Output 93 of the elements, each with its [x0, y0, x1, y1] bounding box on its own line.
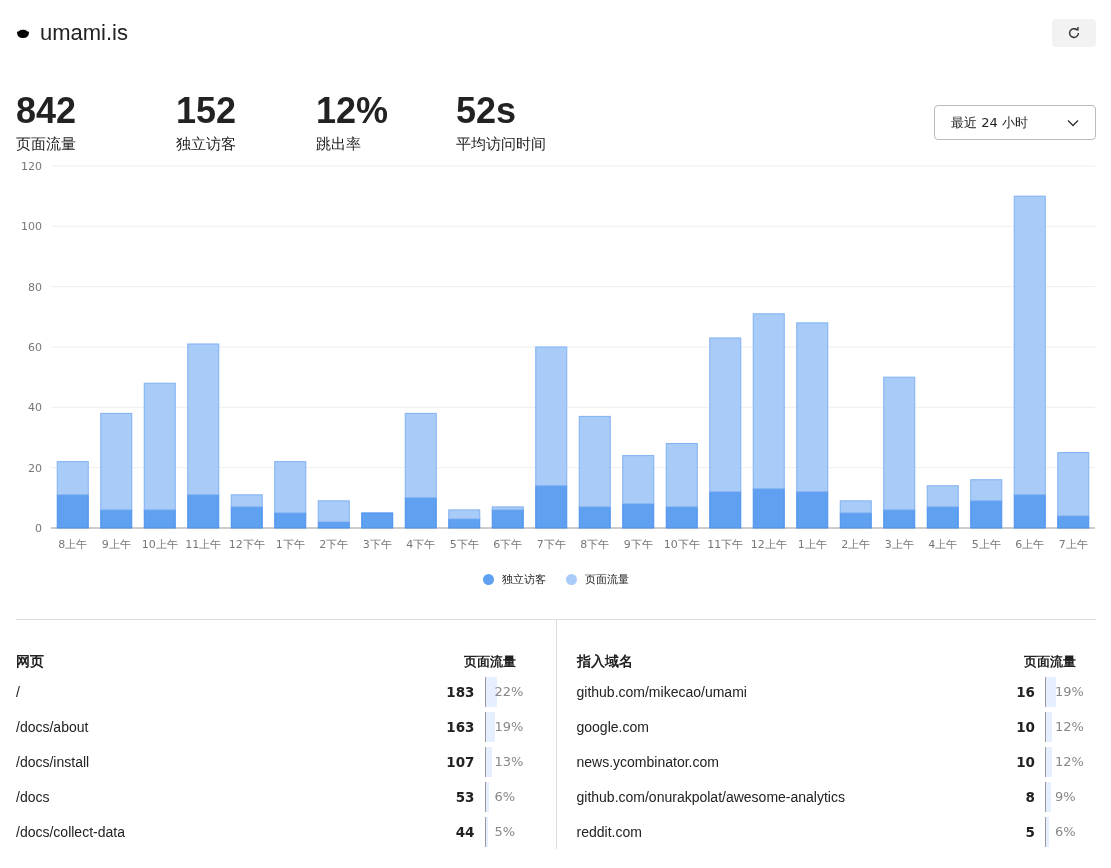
row-label: /docs/about: [16, 718, 90, 735]
row-label: news.ycombinator.com: [576, 753, 720, 770]
x-axis-label: 10下午: [663, 538, 700, 551]
y-axis-label: 20: [28, 461, 42, 475]
percent-text: 13%: [493, 754, 524, 769]
percent-text: 19%: [1054, 684, 1084, 699]
row-label: /docs/install: [16, 753, 91, 770]
stat-label: 跳出率: [316, 135, 362, 154]
percent-text: 9%: [1054, 789, 1076, 804]
y-axis-label: 40: [28, 401, 42, 415]
chart-bar: [839, 500, 872, 514]
x-axis-label: 2下午: [319, 538, 349, 551]
date-range-dropdown[interactable]: 最近 24 小时: [934, 105, 1096, 140]
legend-label: 页面流量: [584, 571, 629, 587]
row-label: /: [16, 683, 21, 700]
x-axis-label: 4上午: [928, 538, 958, 551]
chart-bar: [448, 509, 481, 520]
chart-bar: [448, 518, 481, 529]
row-label: github.com/mikecao/umami: [576, 683, 748, 700]
stat-label: 页面流量: [16, 135, 77, 154]
x-axis-label: 7上午: [1058, 538, 1088, 551]
row-value: 53: [454, 788, 476, 805]
x-axis-label: 9上午: [101, 538, 131, 551]
percent-text: 12%: [1054, 719, 1084, 734]
stat-label: 独立访客: [176, 135, 237, 154]
row-value: 44: [454, 823, 476, 840]
column-header: 页面流量: [463, 653, 516, 671]
y-axis-label: 80: [28, 280, 42, 294]
x-axis-label: 5上午: [971, 538, 1001, 551]
row-label: /docs/collect-data: [16, 823, 126, 840]
chart-bar: [926, 485, 959, 508]
x-axis-label: 4下午: [406, 538, 436, 551]
stat-value: 842: [16, 91, 78, 131]
percent-text: 12%: [1054, 754, 1084, 769]
table-title: 网页: [16, 653, 44, 671]
table-title: 指入域名: [576, 653, 633, 671]
row-value: 10: [1015, 718, 1036, 735]
chevron-down-icon: [1067, 118, 1079, 127]
row-value: 5: [1024, 823, 1036, 840]
refresh-icon: [1067, 26, 1081, 40]
x-axis-label: 10上午: [141, 538, 178, 551]
x-axis-label: 1下午: [275, 538, 305, 551]
chart-bar: [970, 500, 1003, 529]
percent-text: 22%: [493, 684, 524, 699]
x-axis-label: 5下午: [449, 538, 479, 551]
y-axis-label: 60: [28, 341, 42, 354]
x-axis-label: 6下午: [493, 538, 523, 551]
chart-bar: [56, 494, 89, 529]
chart-bar: [56, 461, 89, 496]
stat-value: 12%: [316, 91, 390, 131]
refresh-button[interactable]: [1052, 19, 1096, 47]
y-axis-label: 100: [21, 220, 42, 234]
percent-text: 6%: [1054, 824, 1076, 839]
x-axis-label: 8上午: [58, 538, 88, 551]
row-label: github.com/onurakpolat/awesome-analytics: [576, 788, 846, 805]
chart-bar: [926, 506, 959, 529]
legend-label: 独立访客: [501, 571, 546, 587]
column-header: 页面流量: [1024, 653, 1076, 671]
x-axis-label: 1上午: [797, 538, 827, 551]
x-axis-label: 12下午: [228, 538, 265, 551]
row-value: 16: [1015, 683, 1036, 700]
x-axis-label: 11下午: [707, 538, 744, 551]
x-axis-label: 8下午: [580, 538, 610, 551]
x-axis-label: 3下午: [362, 538, 392, 551]
stat-label: 平均访问时间: [456, 135, 546, 154]
row-value: 107: [445, 753, 476, 770]
stat-value: 52s: [456, 91, 518, 131]
row-label: reddit.com: [576, 823, 643, 840]
legend-dot: [482, 573, 494, 585]
row-value: 10: [1015, 753, 1036, 770]
x-axis-label: 6上午: [1015, 538, 1045, 551]
site-title: umami.is: [40, 20, 128, 46]
stat-value: 152: [176, 91, 238, 131]
chart-bar: [970, 479, 1003, 502]
chart-bar: [361, 512, 394, 529]
row-value: 8: [1024, 788, 1036, 805]
row-label: google.com: [576, 718, 650, 735]
legend-dot: [565, 573, 577, 585]
row-value: 183: [445, 683, 476, 700]
x-axis-label: 2上午: [841, 538, 871, 551]
percent-text: 6%: [493, 789, 516, 804]
row-value: 163: [445, 718, 476, 735]
y-axis-label: 120: [21, 160, 42, 173]
x-axis-label: 3上午: [884, 538, 914, 551]
x-axis-label: 9下午: [623, 538, 653, 551]
row-label: /docs: [16, 788, 51, 805]
y-axis-label: 0: [35, 522, 42, 535]
x-axis-label: 7下午: [536, 538, 566, 551]
percent-text: 19%: [493, 719, 524, 734]
x-axis-label: 12上午: [750, 538, 787, 551]
percent-text: 5%: [493, 824, 516, 839]
logo-icon: [16, 27, 30, 39]
x-axis-label: 11上午: [185, 538, 222, 551]
